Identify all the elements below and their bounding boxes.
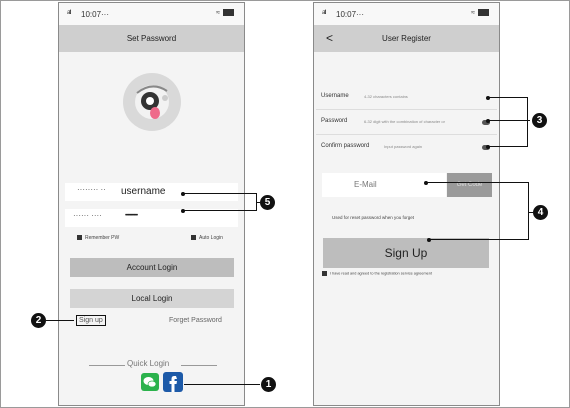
callout-marker-3: 3 [532, 113, 547, 128]
password-field[interactable]: ······ ···· ••••••••••• [65, 209, 238, 227]
status-bar: atl 10:07··· ≈ [59, 3, 244, 25]
email-input[interactable]: E-Mail [354, 180, 377, 189]
password-input[interactable]: 6-32 digit with the combination of chara… [364, 119, 445, 124]
wifi-battery-icon: ≈ [216, 9, 234, 16]
username-label: Username [321, 93, 349, 99]
confirm-password-row[interactable]: Confirm password Input password again [316, 136, 497, 158]
confirm-password-input[interactable]: Input password again [384, 144, 422, 149]
signal-icon: atl [322, 10, 326, 16]
sign-up-button[interactable]: Sign Up [323, 238, 489, 268]
callout-line [489, 120, 530, 121]
password-field-dots: ······ ···· [73, 211, 102, 220]
avatar-illustration-icon [135, 85, 169, 119]
page-title: Set Password [59, 25, 244, 52]
username-field[interactable]: ········ ·· username [65, 183, 238, 201]
battery-icon [478, 9, 489, 16]
sign-up-link[interactable]: Sign up [76, 315, 106, 326]
callout-line [184, 193, 256, 194]
wechat-icon[interactable] [141, 373, 159, 391]
username-row[interactable]: Username 4-32 characters contains [316, 86, 497, 108]
callout-line [430, 239, 528, 240]
callout-line [184, 384, 260, 385]
quick-login-label: Quick Login [127, 359, 170, 368]
email-field[interactable]: E-Mail [322, 173, 446, 197]
callout-line [184, 210, 256, 211]
back-icon[interactable]: < [326, 25, 333, 52]
signal-icon: atl [67, 10, 71, 16]
login-screen: atl 10:07··· ≈ Set Password ········ ·· … [58, 2, 245, 406]
password-label: Password [321, 118, 348, 124]
register-screen: atl 10:07··· ≈ < User Register Username … [313, 2, 500, 406]
register-titlebar: < User Register [314, 25, 499, 52]
quick-login-divider-right [181, 365, 217, 366]
remember-pw-checkbox[interactable]: Remember PW [77, 235, 119, 241]
auto-login-checkbox[interactable]: Auto Login [191, 235, 223, 241]
forget-password-link[interactable]: Forget Password [169, 317, 222, 324]
divider [316, 109, 497, 110]
callout-line [489, 146, 527, 147]
quick-login-divider-left [89, 365, 125, 366]
divider [316, 134, 497, 135]
account-login-button[interactable]: Account Login [70, 258, 234, 277]
password-input[interactable]: ••••••••••• [125, 213, 138, 219]
username-input[interactable]: username [121, 186, 165, 197]
callout-line [528, 182, 529, 240]
callout-line [46, 320, 74, 321]
status-time: 10:07··· [336, 10, 365, 19]
local-login-button[interactable]: Local Login [70, 289, 234, 308]
username-field-dots: ········ ·· [77, 185, 106, 194]
page-title: User Register [382, 34, 431, 43]
facebook-icon[interactable] [163, 372, 183, 392]
callout-marker-2: 2 [31, 313, 46, 328]
wifi-battery-icon: ≈ [471, 9, 489, 16]
password-row[interactable]: Password 6-32 digit with the combination… [316, 111, 497, 133]
status-time: 10:07··· [81, 10, 110, 19]
callout-line [489, 97, 527, 98]
agreement-checkbox[interactable]: I have read and agreed to the registrati… [322, 271, 432, 276]
confirm-password-label: Confirm password [321, 143, 370, 149]
status-bar: atl 10:07··· ≈ [314, 3, 499, 25]
callout-marker-5: 5 [260, 195, 275, 210]
callout-marker-1: 1 [261, 377, 276, 392]
username-input[interactable]: 4-32 characters contains [364, 94, 408, 99]
callout-line [427, 182, 528, 183]
get-code-button[interactable]: Get Code [447, 173, 492, 197]
email-hint: Used for reset password when you forget [332, 215, 415, 220]
agreement-text: I have read and agreed to the registrati… [330, 271, 432, 276]
avatar [123, 73, 181, 131]
callout-marker-4: 4 [533, 205, 548, 220]
callout-line [527, 97, 528, 147]
battery-icon [223, 9, 234, 16]
